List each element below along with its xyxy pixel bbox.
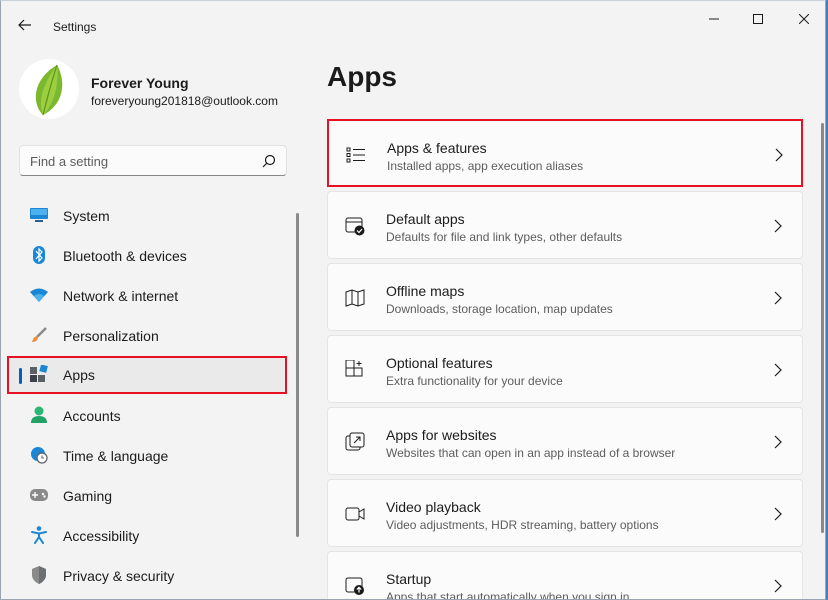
startup-icon	[345, 577, 364, 595]
card-video-playback[interactable]: Video playback Video adjustments, HDR st…	[327, 479, 803, 547]
sidebar-item-accessibility[interactable]: Accessibility	[7, 517, 287, 553]
sidebar-scrollbar[interactable]	[296, 213, 299, 537]
wifi-icon	[29, 285, 49, 305]
default-apps-icon	[345, 217, 365, 236]
search-box[interactable]	[19, 145, 287, 176]
search-icon[interactable]	[261, 153, 277, 169]
sidebar-item-label: Gaming	[63, 488, 113, 504]
sidebar-item-gaming[interactable]: Gaming	[7, 477, 287, 513]
settings-card-list: Apps & features Installed apps, app exec…	[327, 119, 803, 600]
sidebar-nav: System Bluetooth & devices Network & int…	[7, 197, 287, 597]
card-startup[interactable]: Startup Apps that start automatically wh…	[327, 551, 803, 600]
page-title: Apps	[327, 61, 397, 92]
sidebar-item-label: Accessibility	[63, 528, 140, 544]
card-title: Optional features	[386, 355, 493, 371]
bluetooth-icon	[29, 245, 49, 265]
sidebar-item-bluetooth[interactable]: Bluetooth & devices	[7, 237, 287, 273]
card-title: Default apps	[386, 211, 465, 227]
minimize-icon	[709, 18, 719, 20]
gamepad-icon	[29, 485, 49, 505]
card-title: Offline maps	[386, 283, 465, 299]
card-title: Apps & features	[387, 140, 487, 156]
sidebar-item-apps[interactable]: Apps	[7, 356, 287, 394]
add-grid-icon	[345, 360, 363, 377]
chevron-right-icon	[774, 291, 782, 305]
shield-icon	[29, 565, 49, 585]
sidebar-item-label: Bluetooth & devices	[63, 248, 187, 264]
selection-indicator	[19, 368, 22, 384]
sidebar-item-network[interactable]: Network & internet	[7, 277, 287, 313]
back-arrow-icon	[18, 19, 31, 31]
card-description: Defaults for file and link types, other …	[386, 230, 623, 244]
card-apps-for-websites[interactable]: Apps for websites Websites that can open…	[327, 407, 803, 475]
open-link-icon	[345, 432, 365, 451]
card-description: Apps that start automatically when you s…	[386, 590, 630, 600]
search-input[interactable]	[30, 151, 250, 171]
brush-icon	[29, 325, 49, 345]
apps-icon	[29, 364, 49, 384]
card-description: Installed apps, app execution aliases	[387, 159, 584, 173]
card-description: Websites that can open in an app instead…	[386, 446, 676, 460]
card-optional-features[interactable]: Optional features Extra functionality fo…	[327, 335, 803, 403]
avatar[interactable]	[19, 59, 79, 119]
chevron-right-icon	[774, 435, 782, 449]
leaf-icon	[35, 64, 63, 116]
sidebar-item-label: Personalization	[63, 328, 159, 344]
card-title: Video playback	[386, 499, 481, 515]
back-button[interactable]	[11, 11, 39, 39]
chevron-right-icon	[774, 363, 782, 377]
monitor-icon	[29, 205, 49, 225]
sidebar-item-label: Network & internet	[63, 288, 179, 304]
chevron-right-icon	[775, 148, 783, 162]
chevron-right-icon	[774, 579, 782, 593]
chevron-right-icon	[774, 507, 782, 521]
sidebar-item-system[interactable]: System	[7, 197, 287, 233]
close-icon	[799, 14, 809, 24]
sidebar-item-personalization[interactable]: Personalization	[7, 317, 287, 353]
card-offline-maps[interactable]: Offline maps Downloads, storage location…	[327, 263, 803, 331]
sidebar-item-label: Apps	[63, 367, 95, 383]
sidebar-item-accounts[interactable]: Accounts	[7, 397, 287, 433]
globe-clock-icon	[29, 445, 49, 465]
map-icon	[345, 289, 365, 307]
list-icon	[346, 147, 365, 163]
sidebar-item-label: Accounts	[63, 408, 121, 424]
sidebar-item-label: System	[63, 208, 110, 224]
settings-window: Settings Forever Young foreveryoung20181…	[0, 0, 826, 600]
sidebar-item-privacy[interactable]: Privacy & security	[7, 557, 287, 593]
profile-email: foreveryoung201818@outlook.com	[91, 94, 278, 108]
card-description: Video adjustments, HDR streaming, batter…	[386, 518, 659, 532]
sidebar-item-label: Time & language	[63, 448, 169, 464]
close-button[interactable]	[781, 5, 825, 33]
card-description: Extra functionality for your device	[386, 374, 563, 388]
chevron-right-icon	[774, 219, 782, 233]
maximize-button[interactable]	[735, 5, 781, 33]
card-default-apps[interactable]: Default apps Defaults for file and link …	[327, 191, 803, 259]
profile-name: Forever Young	[91, 75, 189, 91]
sidebar-item-label: Privacy & security	[63, 568, 175, 584]
accessibility-icon	[29, 525, 49, 545]
main-scrollbar[interactable]	[821, 123, 824, 533]
minimize-button[interactable]	[691, 5, 737, 33]
card-title: Startup	[386, 571, 432, 587]
window-title: Settings	[53, 20, 97, 34]
person-icon	[29, 405, 49, 425]
sidebar-item-time-language[interactable]: Time & language	[7, 437, 287, 473]
card-title: Apps for websites	[386, 427, 497, 443]
card-apps-features[interactable]: Apps & features Installed apps, app exec…	[327, 119, 803, 187]
card-description: Downloads, storage location, map updates	[386, 302, 613, 316]
video-icon	[345, 507, 365, 521]
maximize-icon	[753, 14, 763, 24]
title-bar: Settings	[1, 1, 825, 41]
